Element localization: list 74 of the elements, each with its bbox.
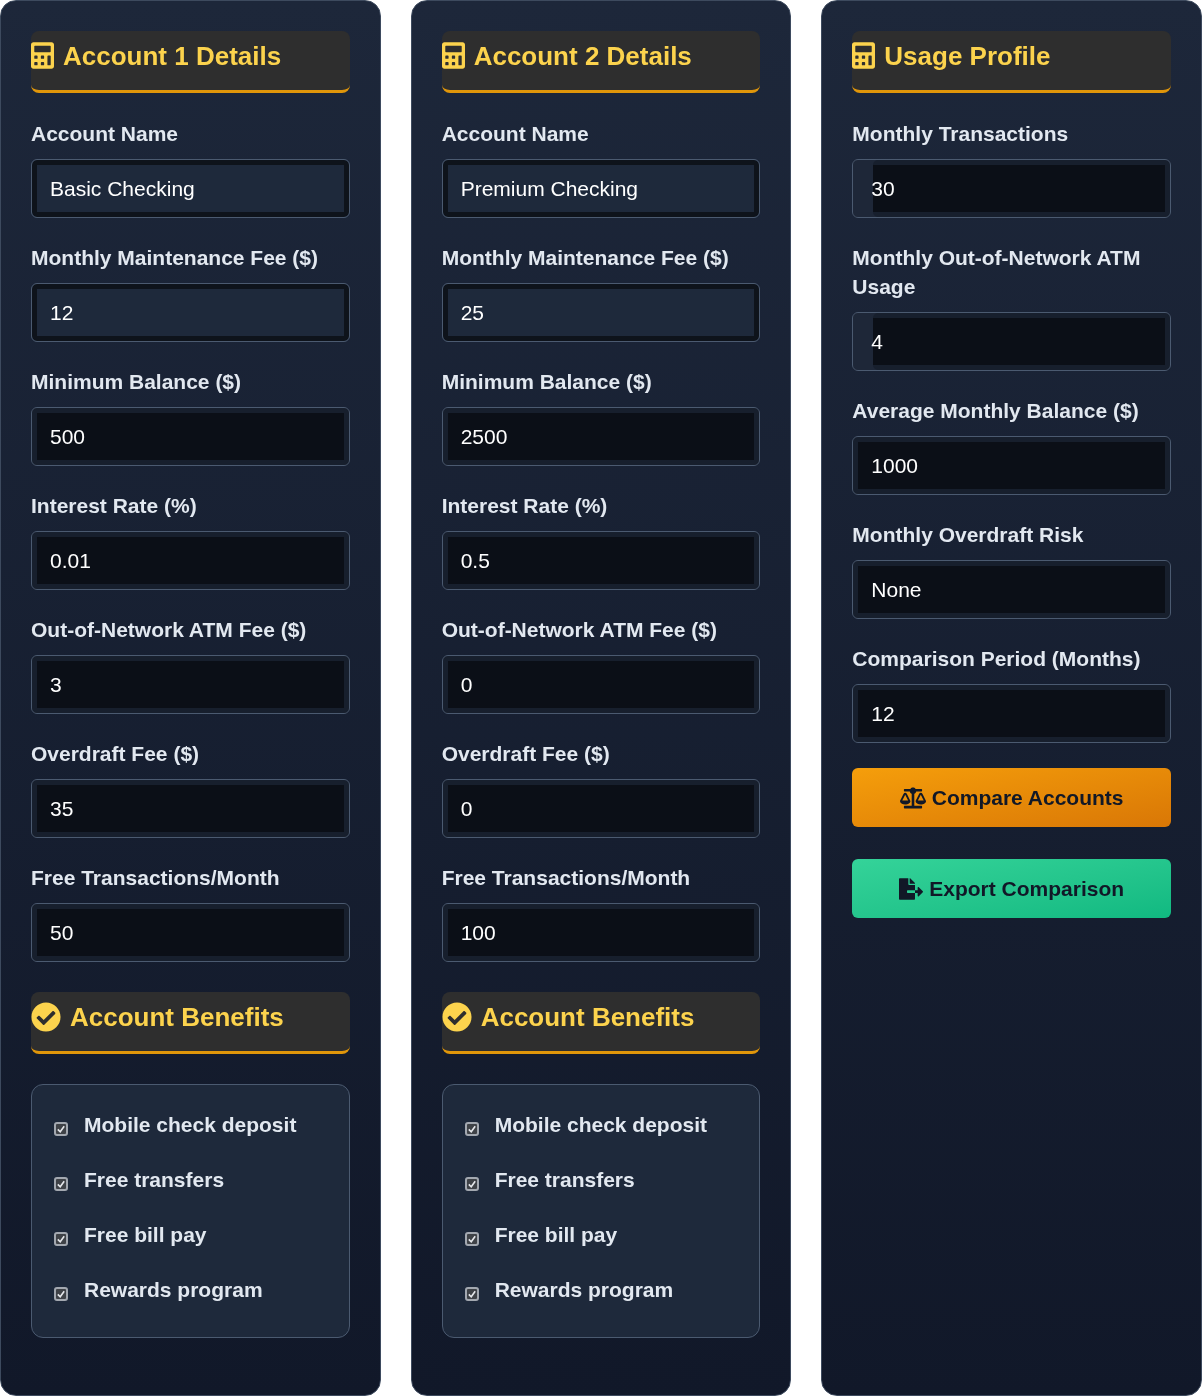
checkbox[interactable] (464, 1287, 479, 1301)
input-field[interactable]: 1000 (852, 436, 1171, 495)
benefit-label: Rewards program (494, 1278, 674, 1302)
file-arrow-icon (899, 877, 924, 900)
checkbox[interactable] (464, 1177, 479, 1191)
input-field[interactable]: 3 (31, 655, 350, 714)
input-field[interactable]: 100 (441, 903, 761, 962)
checkbox[interactable] (54, 1122, 68, 1136)
input-field[interactable]: Premium Checking (441, 159, 761, 218)
benefit-label: Free bill pay (84, 1223, 207, 1247)
input-field[interactable]: 30 (852, 159, 1171, 218)
field-label: Free Transactions/Month (441, 865, 692, 891)
input-field[interactable]: Basic Checking (31, 159, 350, 218)
field-label: Account Name (31, 121, 180, 147)
calculator-icon (852, 41, 876, 70)
field-label: Interest Rate (%) (31, 493, 198, 519)
input-field[interactable]: 12 (31, 283, 350, 342)
check-icon (57, 1235, 65, 1243)
field-label: Account Name (441, 121, 590, 147)
input-field[interactable]: 0 (441, 655, 761, 714)
input-field[interactable]: 25 (441, 283, 761, 342)
section-title: Account 2 Details (473, 41, 692, 71)
input-field[interactable]: 2500 (441, 407, 761, 466)
field-label: Comparison Period (Months) (852, 646, 1142, 672)
input-field[interactable]: 0 (441, 779, 761, 838)
input-field[interactable]: 12 (852, 684, 1171, 743)
checkbox[interactable] (464, 1232, 479, 1246)
field-label: Monthly Maintenance Fee ($) (441, 245, 730, 271)
benefit-label: Mobile check deposit (494, 1113, 708, 1137)
field-label: Overdraft Fee ($) (441, 741, 611, 767)
check-icon (467, 1235, 476, 1243)
benefit-label: Free transfers (84, 1168, 225, 1192)
checkbox[interactable] (464, 1122, 479, 1136)
field-label: Overdraft Fee ($) (31, 741, 201, 767)
input-field[interactable]: 0.01 (31, 531, 350, 590)
field-label: Minimum Balance ($) (31, 369, 243, 395)
benefit-label: Rewards program (84, 1278, 263, 1302)
input-field[interactable]: 35 (31, 779, 350, 838)
section-title: Account Benefits (480, 1002, 695, 1032)
checkbox[interactable] (54, 1287, 68, 1301)
field-label: Monthly Maintenance Fee ($) (31, 245, 320, 271)
section-title: Account Benefits (70, 1002, 284, 1032)
field-label: Out-of-Network ATM Fee ($) (441, 617, 718, 643)
input-field[interactable]: 500 (31, 407, 350, 466)
check-icon (57, 1290, 65, 1298)
calculator-icon (441, 41, 465, 70)
checkbox[interactable] (54, 1232, 68, 1246)
benefit-label: Mobile check deposit (84, 1113, 297, 1137)
input-field[interactable]: 50 (31, 903, 350, 962)
section-title: Account 1 Details (63, 41, 282, 71)
scale-icon (899, 786, 926, 809)
check-icon (467, 1180, 476, 1188)
input-field[interactable]: 4 (852, 312, 1171, 371)
check-icon (57, 1125, 65, 1133)
check-icon (467, 1125, 476, 1133)
export-button[interactable]: Export Comparison (852, 859, 1171, 918)
calculator-icon (31, 41, 54, 70)
checkbox[interactable] (54, 1177, 68, 1191)
input-field[interactable]: 0.5 (441, 531, 761, 590)
section-title: Usage Profile (884, 41, 1051, 71)
benefit-label: Free transfers (494, 1168, 635, 1192)
field-label: Monthly Out-of-Network ATM Usage (852, 245, 1142, 300)
compare-button[interactable]: Compare Accounts (852, 768, 1171, 827)
benefit-label: Free bill pay (494, 1223, 618, 1247)
field-label: Monthly Overdraft Risk (852, 522, 1085, 548)
check-icon (57, 1180, 65, 1188)
field-label: Out-of-Network ATM Fee ($) (31, 617, 308, 643)
input-field[interactable]: None (852, 560, 1171, 619)
check-icon (467, 1290, 476, 1298)
field-label: Average Monthly Balance ($) (852, 398, 1140, 424)
field-label: Interest Rate (%) (441, 493, 609, 519)
field-label: Minimum Balance ($) (441, 369, 653, 395)
field-label: Free Transactions/Month (31, 865, 281, 891)
field-label: Monthly Transactions (852, 121, 1070, 147)
